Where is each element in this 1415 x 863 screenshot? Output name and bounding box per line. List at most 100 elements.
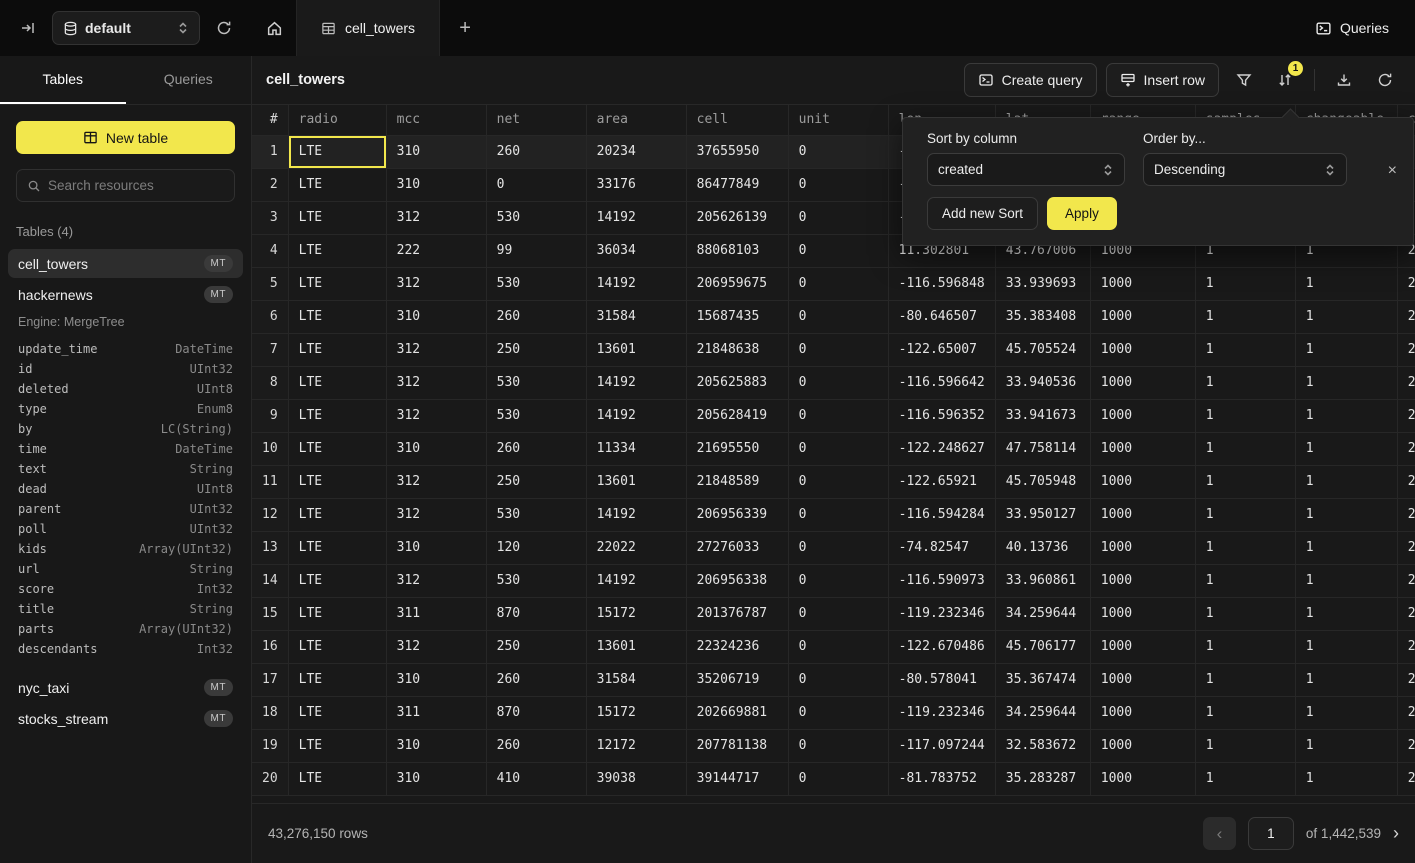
table-cell[interactable]: 1 xyxy=(1295,300,1397,333)
table-cell[interactable]: 260 xyxy=(486,432,586,465)
table-cell[interactable]: 312 xyxy=(386,366,486,399)
table-cell[interactable]: LTE xyxy=(288,564,386,597)
table-cell[interactable]: 2 xyxy=(1397,630,1415,663)
table-cell[interactable]: 0 xyxy=(788,300,888,333)
table-cell[interactable]: 15687435 xyxy=(686,300,788,333)
table-cell[interactable]: 530 xyxy=(486,399,586,432)
table-cell[interactable]: 1 xyxy=(1195,399,1295,432)
table-cell[interactable]: 1000 xyxy=(1090,597,1195,630)
table-cell[interactable]: -117.097244 xyxy=(888,729,995,762)
table-cell[interactable]: LTE xyxy=(288,399,386,432)
table-cell[interactable]: 312 xyxy=(386,399,486,432)
table-cell[interactable]: 206956338 xyxy=(686,564,788,597)
table-cell[interactable]: -122.248627 xyxy=(888,432,995,465)
table-cell[interactable]: 870 xyxy=(486,597,586,630)
table-cell[interactable]: 0 xyxy=(788,135,888,168)
table-cell[interactable]: 201376787 xyxy=(686,597,788,630)
table-cell[interactable]: 1000 xyxy=(1090,729,1195,762)
table-cell[interactable]: 22324236 xyxy=(686,630,788,663)
table-cell[interactable]: 13601 xyxy=(586,465,686,498)
table-cell[interactable]: 1000 xyxy=(1090,696,1195,729)
table-cell[interactable]: 1 xyxy=(1195,465,1295,498)
table-cell[interactable]: LTE xyxy=(288,300,386,333)
table-cell[interactable]: -80.578041 xyxy=(888,663,995,696)
table-cell[interactable]: 1000 xyxy=(1090,366,1195,399)
table-cell[interactable]: 1 xyxy=(1295,597,1397,630)
table-cell[interactable]: -122.670486 xyxy=(888,630,995,663)
table-cell[interactable]: 530 xyxy=(486,366,586,399)
table-cell[interactable]: 0 xyxy=(486,168,586,201)
reload-databases-button[interactable] xyxy=(210,14,238,42)
table-cell[interactable]: 1 xyxy=(1195,531,1295,564)
table-cell[interactable]: 0 xyxy=(788,399,888,432)
table-cell[interactable]: -116.596848 xyxy=(888,267,995,300)
table-cell[interactable]: -122.65921 xyxy=(888,465,995,498)
table-cell[interactable]: 530 xyxy=(486,498,586,531)
table-cell[interactable]: 1 xyxy=(1195,630,1295,663)
table-cell[interactable]: 205625883 xyxy=(686,366,788,399)
table-cell[interactable]: 35.367474 xyxy=(995,663,1090,696)
column-header[interactable]: area xyxy=(586,105,686,135)
table-cell[interactable]: 21848589 xyxy=(686,465,788,498)
table-cell[interactable]: 99 xyxy=(486,234,586,267)
table-cell[interactable]: 250 xyxy=(486,465,586,498)
sort-column-select[interactable]: created xyxy=(927,153,1125,186)
table-cell[interactable]: 33.950127 xyxy=(995,498,1090,531)
table-cell[interactable]: 1 xyxy=(1295,762,1397,795)
table-cell[interactable]: -80.646507 xyxy=(888,300,995,333)
create-query-button[interactable]: Create query xyxy=(964,63,1097,97)
table-cell[interactable]: 14192 xyxy=(586,201,686,234)
sidebar-table-item[interactable]: hackernewsMT xyxy=(8,280,243,309)
table-cell[interactable]: 0 xyxy=(788,267,888,300)
column-header[interactable]: mcc xyxy=(386,105,486,135)
table-cell[interactable]: 2 xyxy=(1397,663,1415,696)
table-cell[interactable]: 410 xyxy=(486,762,586,795)
table-cell[interactable]: 207781138 xyxy=(686,729,788,762)
table-cell[interactable]: 2 xyxy=(1397,366,1415,399)
table-cell[interactable]: 1 xyxy=(1295,366,1397,399)
table-cell[interactable]: 310 xyxy=(386,663,486,696)
table-cell[interactable]: 0 xyxy=(788,564,888,597)
table-cell[interactable]: 21695550 xyxy=(686,432,788,465)
table-cell[interactable]: 14192 xyxy=(586,267,686,300)
table-cell[interactable]: 0 xyxy=(788,432,888,465)
column-header[interactable]: net xyxy=(486,105,586,135)
table-cell[interactable]: 530 xyxy=(486,267,586,300)
remove-sort-button[interactable]: × xyxy=(1388,162,1397,180)
table-cell[interactable]: LTE xyxy=(288,630,386,663)
table-cell[interactable]: 1 xyxy=(1195,432,1295,465)
table-cell[interactable]: 311 xyxy=(386,597,486,630)
table-cell[interactable]: -116.596352 xyxy=(888,399,995,432)
add-sort-button[interactable]: Add new Sort xyxy=(927,197,1038,230)
table-cell[interactable]: 310 xyxy=(386,432,486,465)
table-cell[interactable]: 2 xyxy=(1397,696,1415,729)
table-cell[interactable]: -81.783752 xyxy=(888,762,995,795)
table-cell[interactable]: 11334 xyxy=(586,432,686,465)
table-cell[interactable]: 1000 xyxy=(1090,267,1195,300)
collapse-sidebar-button[interactable] xyxy=(14,14,42,42)
table-cell[interactable]: 260 xyxy=(486,300,586,333)
table-cell[interactable]: 37655950 xyxy=(686,135,788,168)
table-cell[interactable]: 1 xyxy=(1295,333,1397,366)
column-header[interactable]: unit xyxy=(788,105,888,135)
table-cell[interactable]: 33.940536 xyxy=(995,366,1090,399)
apply-sort-button[interactable]: Apply xyxy=(1047,197,1117,230)
table-cell[interactable]: 1 xyxy=(1295,399,1397,432)
table-cell[interactable]: 222 xyxy=(386,234,486,267)
table-cell[interactable]: 206959675 xyxy=(686,267,788,300)
table-cell[interactable]: 33.960861 xyxy=(995,564,1090,597)
table-cell[interactable]: 870 xyxy=(486,696,586,729)
table-cell[interactable]: 250 xyxy=(486,630,586,663)
search-input[interactable] xyxy=(48,178,224,193)
sidebar-table-item[interactable]: cell_towersMT xyxy=(8,249,243,278)
table-cell[interactable]: LTE xyxy=(288,531,386,564)
table-cell[interactable]: 310 xyxy=(386,531,486,564)
table-cell[interactable]: 1000 xyxy=(1090,630,1195,663)
queries-panel-button[interactable]: Queries xyxy=(1289,0,1415,56)
table-cell[interactable]: 0 xyxy=(788,762,888,795)
table-cell[interactable]: 34.259644 xyxy=(995,597,1090,630)
refresh-table-button[interactable] xyxy=(1369,64,1401,96)
table-cell[interactable]: LTE xyxy=(288,366,386,399)
download-button[interactable] xyxy=(1328,64,1360,96)
table-cell[interactable]: 1 xyxy=(1295,432,1397,465)
